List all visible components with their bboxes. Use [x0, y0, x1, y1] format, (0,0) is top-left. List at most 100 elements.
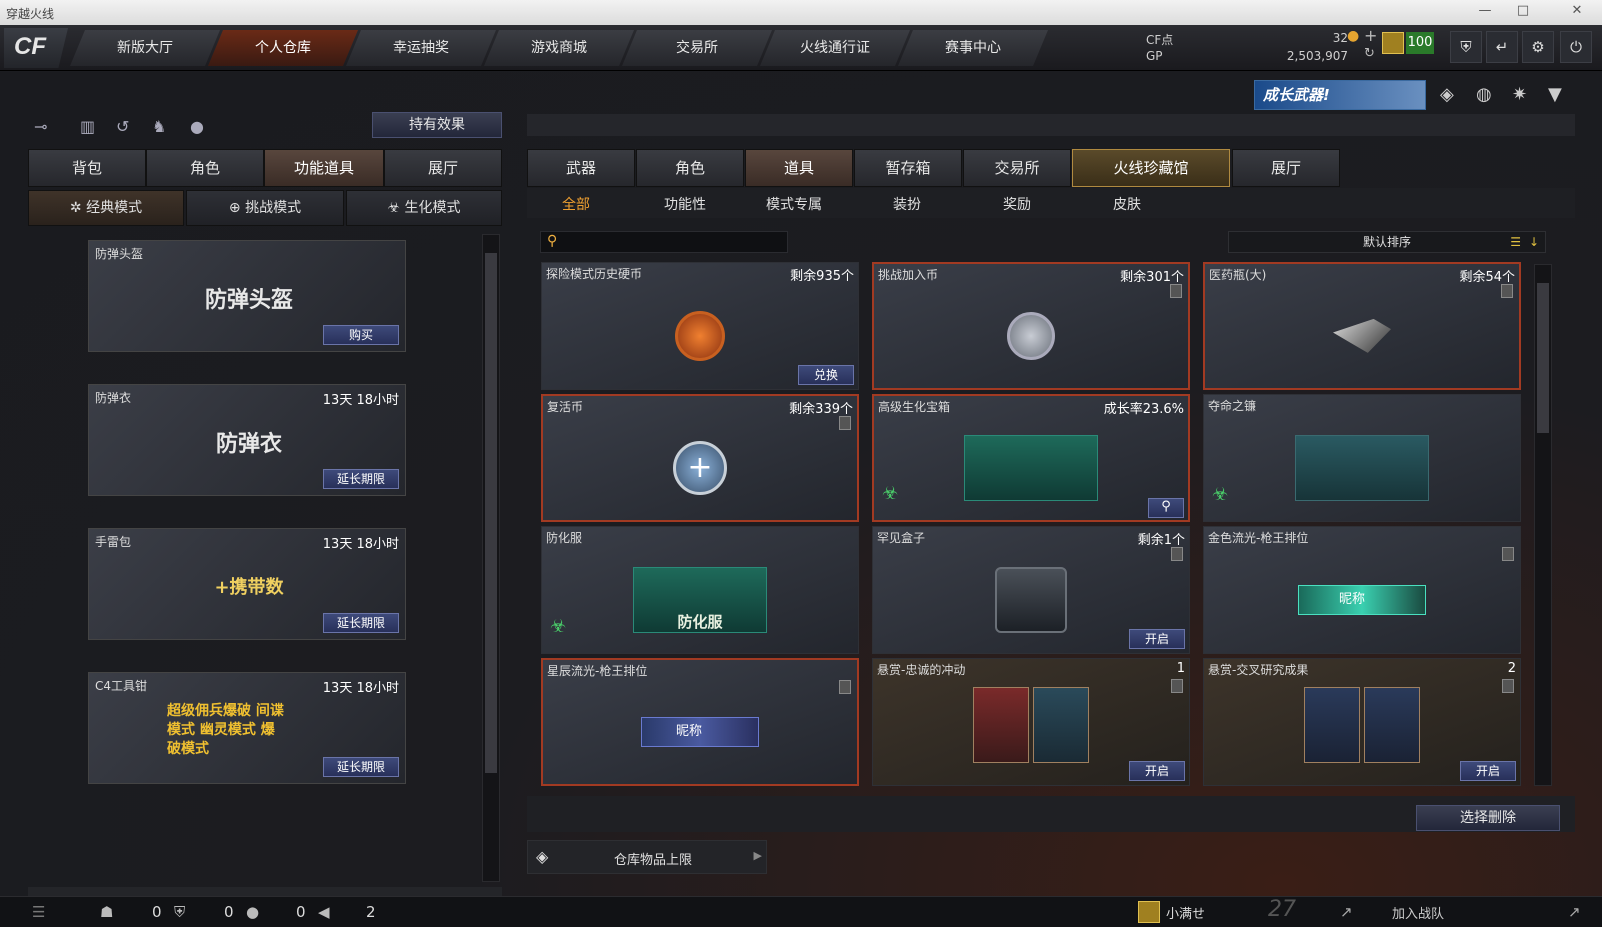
vip-icon[interactable]: ▼ — [1548, 84, 1562, 105]
grid-item-challenge-coin[interactable]: 挑战加入币 剩余301个 — [872, 262, 1190, 390]
sort-dropdown[interactable]: 默认排序 ☰ ↓ — [1228, 231, 1546, 253]
nav-tab-exchange[interactable]: 交易所 — [622, 30, 772, 66]
player-name[interactable]: 小满せ — [1166, 903, 1205, 922]
external-link-icon[interactable]: ↗ — [1340, 903, 1353, 921]
tab-functional-items[interactable]: 功能道具 — [264, 149, 384, 187]
history-icon[interactable]: ↺ — [116, 117, 129, 136]
friends-icon[interactable]: ☗ — [100, 903, 113, 921]
item-card-armor[interactable]: 防弹衣 13天 18小时 防弹衣 延长期限 — [88, 384, 406, 496]
right-scroll-thumb[interactable] — [1537, 283, 1549, 433]
trash-icon[interactable] — [1501, 284, 1513, 298]
return-icon[interactable]: ↵ — [1486, 31, 1518, 63]
grid-item-star-nameplate[interactable]: 星辰流光-枪王排位 昵称 — [541, 658, 859, 786]
item-card-c4-tool[interactable]: C4工具钳 13天 18小时 超级佣兵爆破 间谍模式 幽灵模式 爆破模式 延长期… — [88, 672, 406, 784]
key-icon[interactable]: ⊸ — [34, 117, 47, 136]
medal-icon[interactable]: ◈ — [1440, 84, 1454, 105]
globe-icon[interactable]: ◍ — [1476, 84, 1492, 105]
grid-item-revive-coin[interactable]: 复活币 剩余339个 + — [541, 394, 859, 522]
select-delete-button[interactable]: 选择删除 — [1416, 805, 1560, 831]
right-scrollbar[interactable] — [1534, 264, 1552, 786]
filter-cosmetic[interactable]: 装扮 — [893, 194, 921, 214]
add-cf-icon[interactable]: + — [1364, 26, 1377, 45]
trash-icon[interactable] — [839, 416, 851, 430]
trash-icon[interactable] — [1502, 547, 1514, 561]
filter-all[interactable]: 全部 — [562, 194, 590, 214]
filter-mode[interactable]: 模式专属 — [766, 194, 822, 214]
nav-tab-warehouse[interactable]: 个人仓库 — [208, 30, 358, 66]
growth-weapon-banner[interactable]: 成长武器! — [1254, 80, 1426, 110]
extend-button[interactable]: 延长期限 — [323, 613, 399, 633]
gear-icon[interactable]: ⚙ — [1522, 31, 1554, 63]
open-button[interactable]: 开启 — [1460, 761, 1516, 781]
grenade-icon[interactable]: ● — [190, 117, 204, 136]
minimize-button[interactable]: — — [1470, 3, 1500, 21]
nav-tab-shop[interactable]: 游戏商城 — [484, 30, 634, 66]
nav-tab-events[interactable]: 赛事中心 — [898, 30, 1048, 66]
refresh-icon[interactable]: ↻ — [1364, 46, 1375, 61]
expand-arrow-icon[interactable]: ▶ — [754, 849, 762, 862]
filter-functional[interactable]: 功能性 — [664, 194, 706, 214]
list-icon[interactable]: ☰ — [1510, 232, 1521, 252]
open-button[interactable]: 开启 — [1129, 761, 1185, 781]
tab-weapons[interactable]: 武器 — [527, 149, 635, 187]
buy-button[interactable]: 购买 — [323, 325, 399, 345]
speaker-icon[interactable]: ◀ — [318, 903, 330, 921]
close-button[interactable]: ✕ — [1562, 3, 1592, 21]
tab-collection[interactable]: 火线珍藏馆 — [1072, 149, 1230, 187]
chat-icon[interactable]: ● — [246, 903, 259, 921]
item-card-helmet[interactable]: 防弹头盔 防弹头盔 购买 — [88, 240, 406, 352]
nav-tab-lobby[interactable]: 新版大厅 — [70, 30, 220, 66]
grid-item-history-coin[interactable]: 探险模式历史硬币 剩余935个 兑换 — [541, 262, 859, 390]
trash-icon[interactable] — [1502, 679, 1514, 693]
exchange-button[interactable]: 兑换 — [798, 365, 854, 385]
tab-hall[interactable]: 展厅 — [1232, 149, 1340, 187]
star-badge-icon[interactable]: ✷ — [1512, 84, 1527, 105]
filter-reward[interactable]: 奖励 — [1003, 194, 1031, 214]
stats-icon[interactable]: ▥ — [80, 117, 95, 136]
tab-temp-box[interactable]: 暂存箱 — [854, 149, 962, 187]
tab-character[interactable]: 角色 — [146, 149, 264, 187]
inspect-icon[interactable]: ⚲ — [1148, 498, 1184, 518]
power-icon[interactable]: ⏻ — [1560, 31, 1592, 63]
grid-item-medkit[interactable]: 医药瓶(大) 剩余54个 — [1203, 262, 1521, 390]
maximize-button[interactable]: □ — [1508, 3, 1538, 21]
left-scroll-thumb[interactable] — [485, 253, 497, 773]
grid-item-golden-nameplate[interactable]: 金色流光-枪王排位 昵称 — [1203, 526, 1521, 654]
menu-icon[interactable]: ☰ — [32, 903, 45, 921]
open-button[interactable]: 开启 — [1129, 629, 1185, 649]
nav-tab-lottery[interactable]: 幸运抽奖 — [346, 30, 496, 66]
trash-icon[interactable] — [1171, 679, 1183, 693]
grid-item-bio-chest[interactable]: 高级生化宝箱 成长率23.6% ☣ ⚲ — [872, 394, 1190, 522]
mode-classic[interactable]: ✲ 经典模式 — [28, 190, 184, 226]
cf-logo[interactable]: CF — [4, 28, 68, 68]
expand-icon[interactable]: ↗ — [1568, 903, 1581, 921]
shield-icon[interactable]: ⛨ — [1450, 31, 1482, 63]
tab-props[interactable]: 道具 — [745, 149, 853, 187]
tab-exchange[interactable]: 交易所 — [963, 149, 1071, 187]
item-card-grenade-pack[interactable]: 手雷包 13天 18小时 +携带数 延长期限 — [88, 528, 406, 640]
filter-skin[interactable]: 皮肤 — [1113, 194, 1141, 214]
grid-item-hazmat-suit[interactable]: 防化服 防化服 ☣ — [541, 526, 859, 654]
trash-icon[interactable] — [1171, 547, 1183, 561]
nav-tab-pass[interactable]: 火线通行证 — [760, 30, 910, 66]
tab-characters[interactable]: 角色 — [636, 149, 744, 187]
left-scrollbar[interactable] — [482, 234, 500, 882]
join-team-link[interactable]: 加入战队 — [1392, 903, 1444, 922]
extend-button[interactable]: 延长期限 — [323, 469, 399, 489]
storage-limit-bar[interactable]: ◈ 仓库物品上限 ▶ — [527, 840, 767, 874]
tab-showroom[interactable]: 展厅 — [384, 149, 502, 187]
grid-item-rare-box[interactable]: 罕见盒子 剩余1个 开启 — [872, 526, 1190, 654]
tab-bag[interactable]: 背包 — [28, 149, 146, 187]
trash-icon[interactable] — [1170, 284, 1182, 298]
clan-icon[interactable]: ⛨ — [174, 903, 185, 921]
mode-biochemical[interactable]: ☣ 生化模式 — [346, 190, 502, 226]
extend-button[interactable]: 延长期限 — [323, 757, 399, 777]
character-icon[interactable]: ♞ — [152, 117, 166, 136]
grid-item-bounty-loyalty[interactable]: 悬赏-忠诚的冲动 1 开启 — [872, 658, 1190, 786]
sort-arrow-icon[interactable]: ↓ — [1529, 232, 1539, 252]
grid-item-bounty-research[interactable]: 悬赏-交叉研究成果 2 开启 — [1203, 658, 1521, 786]
search-input[interactable]: ⚲ — [540, 231, 788, 253]
grid-item-death-scythe[interactable]: 夺命之镰 ☣ — [1203, 394, 1521, 522]
effects-button[interactable]: 持有效果 — [372, 112, 502, 138]
mode-challenge[interactable]: ⊕ 挑战模式 — [186, 190, 344, 226]
